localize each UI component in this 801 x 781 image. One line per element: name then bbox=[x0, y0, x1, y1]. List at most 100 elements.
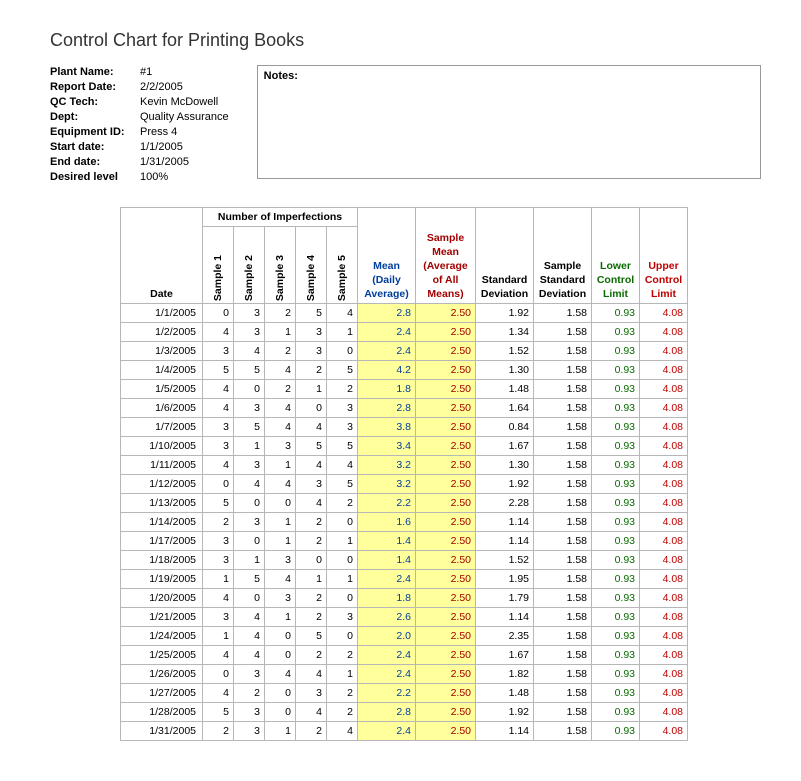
cell-sample: 1 bbox=[265, 513, 296, 532]
cell-sample: 0 bbox=[265, 646, 296, 665]
cell-ucl: 4.08 bbox=[640, 513, 688, 532]
cell-sd: 1.95 bbox=[476, 570, 534, 589]
cell-mean: 2.2 bbox=[358, 494, 416, 513]
cell-sample: 1 bbox=[265, 532, 296, 551]
table-row: 1/19/2005154112.42.501.951.580.934.08 bbox=[121, 570, 688, 589]
table-row: 1/14/2005231201.62.501.141.580.934.08 bbox=[121, 513, 688, 532]
cell-sample-mean: 2.50 bbox=[416, 304, 476, 323]
desired-level-label: Desired level bbox=[50, 170, 140, 185]
desired-level-value: 100% bbox=[140, 170, 168, 185]
cell-sample: 1 bbox=[296, 570, 327, 589]
table-row: 1/28/2005530422.82.501.921.580.934.08 bbox=[121, 703, 688, 722]
col-imperfections: Number of Imperfections bbox=[203, 208, 358, 227]
cell-ucl: 4.08 bbox=[640, 323, 688, 342]
cell-sample-mean: 2.50 bbox=[416, 684, 476, 703]
table-row: 1/21/2005341232.62.501.141.580.934.08 bbox=[121, 608, 688, 627]
cell-sample: 1 bbox=[327, 570, 358, 589]
cell-sample: 3 bbox=[234, 323, 265, 342]
cell-mean: 2.4 bbox=[358, 646, 416, 665]
cell-ssd: 1.58 bbox=[534, 418, 592, 437]
cell-sd: 1.48 bbox=[476, 380, 534, 399]
cell-ssd: 1.58 bbox=[534, 380, 592, 399]
cell-ucl: 4.08 bbox=[640, 627, 688, 646]
cell-sample-mean: 2.50 bbox=[416, 456, 476, 475]
cell-sample: 1 bbox=[265, 456, 296, 475]
cell-lcl: 0.93 bbox=[592, 608, 640, 627]
col-sample-2: Sample 2 bbox=[234, 227, 265, 304]
cell-sample: 1 bbox=[327, 665, 358, 684]
cell-sample: 4 bbox=[296, 703, 327, 722]
cell-sample: 3 bbox=[203, 532, 234, 551]
cell-lcl: 0.93 bbox=[592, 475, 640, 494]
cell-date: 1/18/2005 bbox=[121, 551, 203, 570]
cell-sample: 0 bbox=[203, 304, 234, 323]
cell-sd: 1.64 bbox=[476, 399, 534, 418]
cell-sample: 4 bbox=[296, 665, 327, 684]
cell-sample: 3 bbox=[234, 456, 265, 475]
cell-date: 1/10/2005 bbox=[121, 437, 203, 456]
table-row: 1/5/2005402121.82.501.481.580.934.08 bbox=[121, 380, 688, 399]
col-sample-mean: Sample Mean (Average of All Means) bbox=[416, 208, 476, 304]
cell-ucl: 4.08 bbox=[640, 418, 688, 437]
cell-sd: 1.52 bbox=[476, 551, 534, 570]
dept-value: Quality Assurance bbox=[140, 110, 229, 125]
cell-sample: 2 bbox=[327, 703, 358, 722]
cell-ssd: 1.58 bbox=[534, 304, 592, 323]
cell-ucl: 4.08 bbox=[640, 475, 688, 494]
cell-lcl: 0.93 bbox=[592, 703, 640, 722]
cell-sample: 0 bbox=[327, 551, 358, 570]
cell-lcl: 0.93 bbox=[592, 437, 640, 456]
cell-date: 1/2/2005 bbox=[121, 323, 203, 342]
cell-ucl: 4.08 bbox=[640, 589, 688, 608]
notes-label: Notes: bbox=[264, 70, 298, 82]
table-row: 1/10/2005313553.42.501.671.580.934.08 bbox=[121, 437, 688, 456]
cell-mean: 1.4 bbox=[358, 532, 416, 551]
table-row: 1/26/2005034412.42.501.821.580.934.08 bbox=[121, 665, 688, 684]
cell-sd: 1.14 bbox=[476, 722, 534, 741]
cell-sample: 1 bbox=[265, 323, 296, 342]
cell-sample: 4 bbox=[327, 456, 358, 475]
col-sample-4: Sample 4 bbox=[296, 227, 327, 304]
cell-sd: 1.79 bbox=[476, 589, 534, 608]
cell-ucl: 4.08 bbox=[640, 665, 688, 684]
cell-sample: 1 bbox=[265, 608, 296, 627]
cell-mean: 4.2 bbox=[358, 361, 416, 380]
cell-sample: 3 bbox=[296, 342, 327, 361]
cell-sample: 4 bbox=[234, 608, 265, 627]
cell-sample: 1 bbox=[327, 323, 358, 342]
cell-sample: 0 bbox=[234, 532, 265, 551]
cell-sample: 3 bbox=[203, 608, 234, 627]
cell-sd: 1.52 bbox=[476, 342, 534, 361]
col-sample-5: Sample 5 bbox=[327, 227, 358, 304]
cell-ssd: 1.58 bbox=[534, 684, 592, 703]
cell-sample: 2 bbox=[265, 380, 296, 399]
cell-sd: 1.82 bbox=[476, 665, 534, 684]
plant-name-value: #1 bbox=[140, 65, 152, 80]
cell-sample-mean: 2.50 bbox=[416, 475, 476, 494]
table-row: 1/24/2005140502.02.502.351.580.934.08 bbox=[121, 627, 688, 646]
cell-sample: 1 bbox=[234, 551, 265, 570]
cell-ssd: 1.58 bbox=[534, 437, 592, 456]
cell-sample: 1 bbox=[203, 570, 234, 589]
col-mean: Mean (Daily Average) bbox=[358, 208, 416, 304]
cell-sample: 3 bbox=[203, 418, 234, 437]
col-sample-3: Sample 3 bbox=[265, 227, 296, 304]
table-row: 1/4/2005554254.22.501.301.580.934.08 bbox=[121, 361, 688, 380]
cell-sample: 0 bbox=[234, 380, 265, 399]
cell-sample: 0 bbox=[327, 342, 358, 361]
cell-date: 1/13/2005 bbox=[121, 494, 203, 513]
cell-sample: 4 bbox=[265, 418, 296, 437]
start-date-label: Start date: bbox=[50, 140, 140, 155]
cell-ssd: 1.58 bbox=[534, 570, 592, 589]
cell-sample: 5 bbox=[327, 361, 358, 380]
cell-ssd: 1.58 bbox=[534, 361, 592, 380]
table-row: 1/18/2005313001.42.501.521.580.934.08 bbox=[121, 551, 688, 570]
cell-sd: 1.48 bbox=[476, 684, 534, 703]
cell-sample: 0 bbox=[296, 551, 327, 570]
col-sample-1: Sample 1 bbox=[203, 227, 234, 304]
cell-date: 1/4/2005 bbox=[121, 361, 203, 380]
cell-sample: 3 bbox=[234, 703, 265, 722]
cell-lcl: 0.93 bbox=[592, 532, 640, 551]
cell-sample: 3 bbox=[265, 437, 296, 456]
cell-sample-mean: 2.50 bbox=[416, 551, 476, 570]
